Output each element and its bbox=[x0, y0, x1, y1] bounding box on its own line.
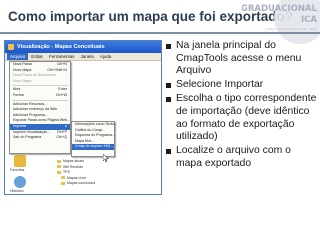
folder-icon bbox=[61, 181, 65, 185]
tree-item[interactable]: Mapas concluídos bbox=[57, 181, 95, 187]
submenu-item-texto[interactable]: Informações como Texto... bbox=[72, 122, 117, 128]
bullet-square-icon bbox=[166, 96, 171, 102]
cmaptools-screenshot: Visualização - Mapas Conceituais Arquivo… bbox=[4, 40, 162, 195]
window-title: Visualização - Mapas Conceituais bbox=[17, 44, 105, 50]
instruction-list: Na janela principal do CmapTools acesse … bbox=[166, 40, 318, 172]
menu-separator bbox=[12, 85, 68, 87]
menu-editar[interactable]: Editar bbox=[28, 53, 46, 60]
window-title-bar: Visualização - Mapas Conceituais bbox=[5, 41, 161, 53]
mouse-cursor-icon bbox=[103, 154, 109, 162]
brand-line-2: ICA bbox=[301, 15, 317, 25]
nav-favoritos[interactable]: Favoritos bbox=[10, 168, 24, 172]
submenu-item-cmap-xml[interactable]: Cmap do arquivo XML... bbox=[72, 144, 114, 150]
menu-ferramentas[interactable]: Ferramentas bbox=[46, 53, 78, 60]
menu-item-novo-mapa-disabled: Novo Mapa bbox=[13, 78, 32, 83]
brand-line-1: 20 POSGRADUACIONAL bbox=[242, 4, 317, 14]
import-submenu: Informações como Texto... Outline do Cma… bbox=[71, 121, 117, 157]
favorites-icon[interactable] bbox=[14, 155, 26, 167]
history-icon[interactable] bbox=[14, 176, 26, 188]
folder-icon bbox=[57, 165, 61, 169]
folder-icon bbox=[57, 170, 61, 174]
file-menu: Nova Pasta Ctrl+N Novo Mapa Ctrl+Shift+N N… bbox=[9, 61, 71, 154]
menu-item-fechar[interactable]: Fechar Ctrl+W bbox=[10, 93, 70, 99]
bullet-item: Escolha o tipo correspondente de importa… bbox=[166, 93, 318, 143]
bullet-item: Localize o arquivo com o mapa exportado bbox=[166, 145, 318, 170]
menu-arquivo[interactable]: Arquivo bbox=[7, 53, 29, 60]
submenu-item-esquema[interactable]: Esquema do Programa... bbox=[72, 133, 115, 139]
left-nav: Favoritos Histórico bbox=[5, 151, 35, 194]
title-divider bbox=[0, 32, 320, 34]
menu-janela[interactable]: Janela bbox=[78, 53, 97, 60]
bullet-square-icon bbox=[166, 43, 171, 49]
folder-tree: Mapas atuais Site Reunião TPS Mapas Livr… bbox=[57, 159, 95, 187]
menu-separator bbox=[12, 99, 68, 101]
menu-ajuda[interactable]: Ajuda bbox=[97, 53, 115, 60]
menubar: Arquivo Editar Ferramentas Janela Ajuda bbox=[5, 53, 161, 61]
app-icon bbox=[8, 44, 14, 50]
nav-historico[interactable]: Histórico bbox=[10, 189, 24, 193]
bullet-item: Selecione Importar bbox=[166, 79, 318, 92]
folder-icon bbox=[61, 176, 65, 180]
menu-item-sair[interactable]: Sair do Programa Ctrl+Q bbox=[10, 135, 70, 141]
bullet-square-icon bbox=[166, 148, 171, 154]
bullet-square-icon bbox=[166, 82, 171, 88]
folder-icon bbox=[57, 159, 61, 163]
bullet-item: Na janela principal do CmapTools acesse … bbox=[166, 40, 318, 78]
brand-line-3: Instituto · Engenharia Industrial · Bras… bbox=[265, 27, 317, 31]
